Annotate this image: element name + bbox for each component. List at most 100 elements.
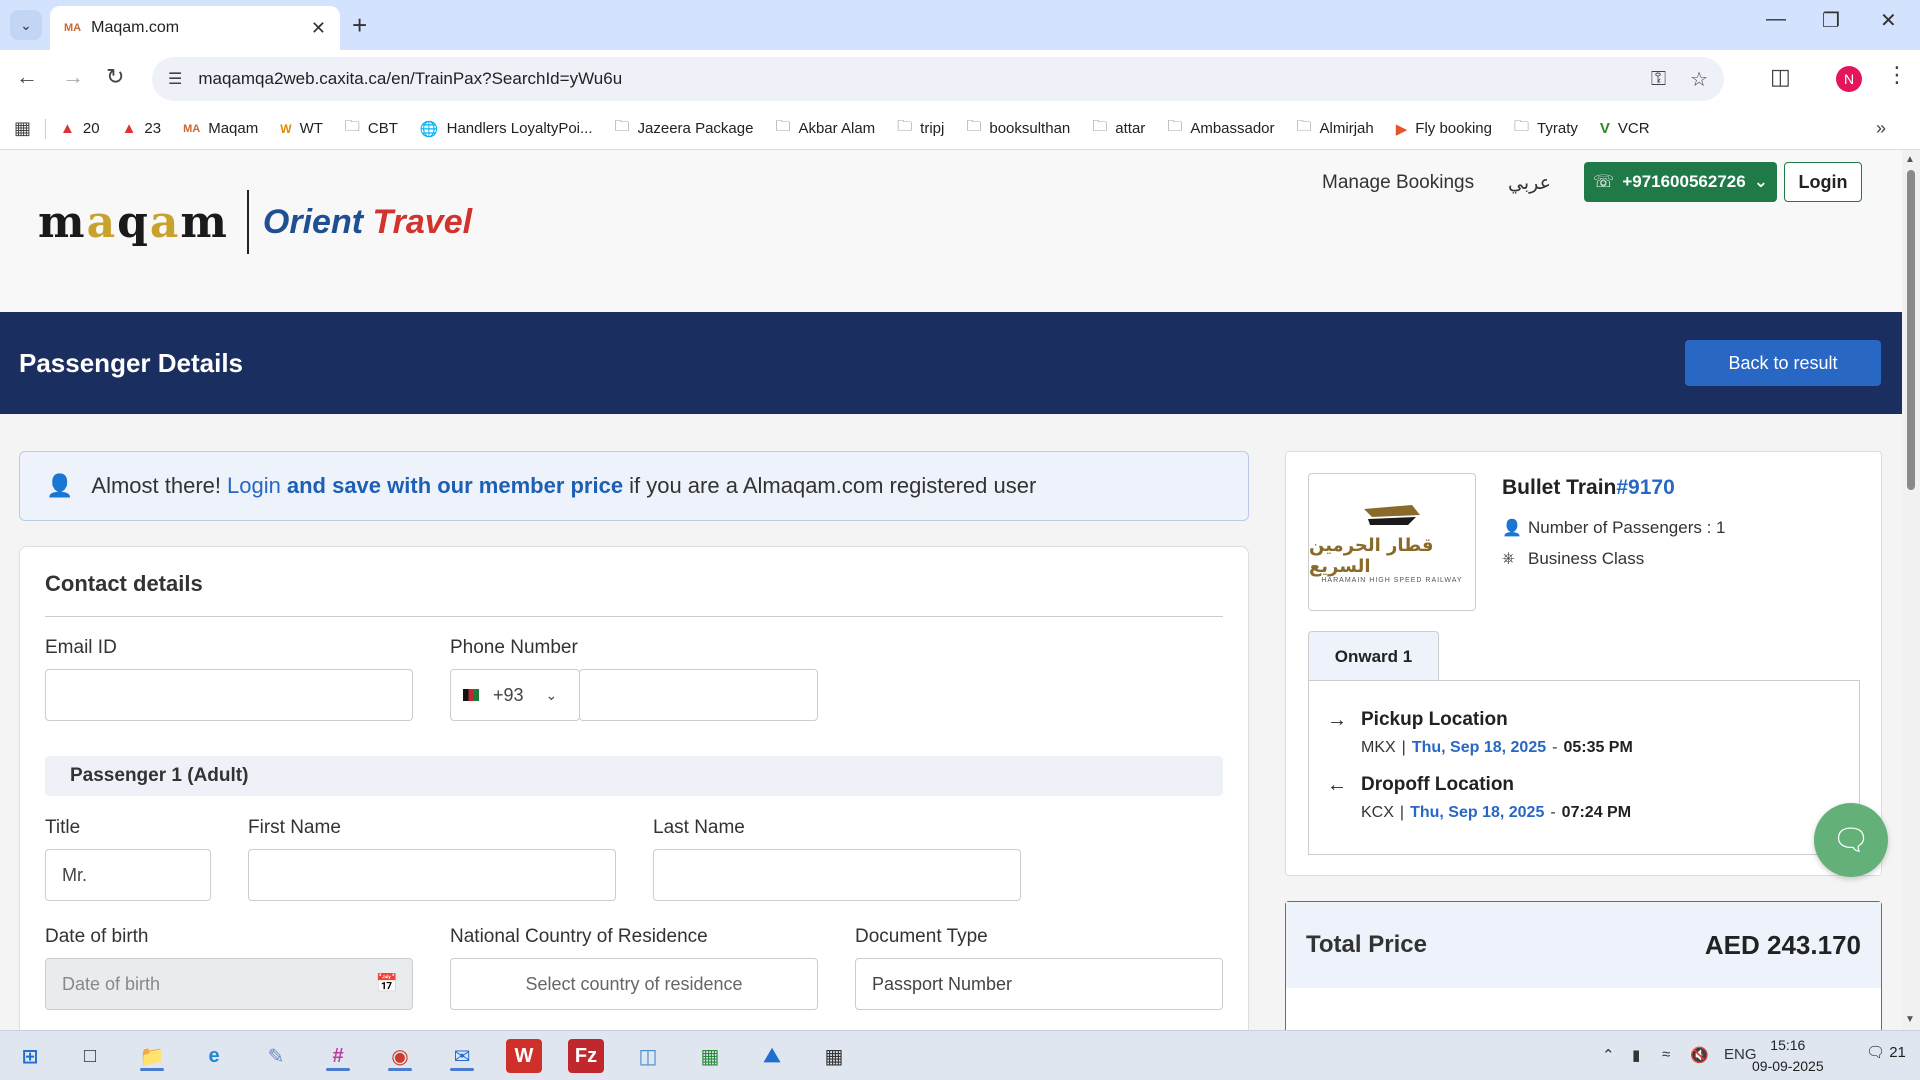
title-select[interactable]: Mr. — [45, 849, 211, 901]
document-type-select[interactable]: Passport Number — [855, 958, 1223, 1010]
first-name-field[interactable] — [248, 849, 616, 901]
email-field[interactable] — [45, 669, 413, 721]
forward-arrow-icon[interactable]: → — [62, 64, 84, 90]
login-button[interactable]: Login — [1784, 162, 1862, 202]
back-arrow-icon[interactable]: ← — [16, 64, 38, 90]
train-emblem-icon — [1364, 504, 1420, 525]
back-to-result-button[interactable]: Back to result — [1685, 340, 1881, 386]
volume-muted-icon[interactable]: 🔇 — [1690, 1046, 1709, 1064]
bookmark-item[interactable]: 🗀 Tyraty — [1514, 116, 1578, 141]
folder-icon: 🗀 — [966, 118, 982, 135]
user-icon: 👤 — [46, 473, 74, 498]
bookmark-label: attar — [1115, 120, 1146, 137]
tab-close-icon[interactable]: ✕ — [311, 18, 326, 39]
scroll-down-icon[interactable]: ▼ — [1905, 1014, 1915, 1025]
bookmark-star-icon[interactable]: ☆ — [1690, 67, 1708, 92]
more-bookmarks-chevron-icon[interactable]: » — [1876, 118, 1886, 139]
pickup-time: 05:35 PM — [1563, 739, 1633, 756]
phone-dropdown-button[interactable]: ☏ +971600562726 ⌄ — [1584, 162, 1777, 202]
spreadsheet-icon[interactable]: ▦ — [692, 1039, 728, 1073]
battery-icon[interactable]: ▮ — [1632, 1046, 1640, 1064]
mobile-phone-icon: ☏ — [1593, 172, 1615, 191]
tab-onward-1[interactable]: Onward 1 — [1308, 631, 1439, 681]
vcr-icon: V — [1599, 120, 1610, 137]
bookmark-item[interactable]: 🗀 attar — [1092, 116, 1145, 141]
site-logo[interactable]: maqam Orient Travel — [38, 190, 472, 254]
tray-chevron-up-icon[interactable]: ⌃ — [1602, 1046, 1615, 1064]
bookmark-item[interactable]: 🌐 Handlers LoyaltyPoi... — [420, 120, 593, 138]
browser-menu-icon[interactable]: ⋮ — [1886, 62, 1908, 88]
browser-tab[interactable]: MA Maqam.com ✕ — [50, 6, 340, 50]
bookmark-item[interactable]: 🗀 Almirjah — [1297, 116, 1374, 141]
remote-desktop-icon[interactable]: ◫ — [630, 1039, 666, 1073]
url-text[interactable]: maqamqa2web.caxita.ca/en/TrainPax?Search… — [198, 69, 1626, 89]
bookmark-item[interactable]: 🗀 CBT — [345, 116, 398, 141]
calendar-icon[interactable]: 📅 — [376, 973, 398, 994]
bookmark-item[interactable]: ▲ 23 — [122, 120, 162, 137]
arabic-language-link[interactable]: عربي — [1508, 172, 1551, 195]
logo-english-text: HARAMAIN HIGH SPEED RAILWAY — [1321, 576, 1463, 584]
maqam-logo: maqam — [38, 196, 229, 248]
bookmark-item[interactable]: V VCR — [1600, 120, 1650, 137]
bookmark-item[interactable]: 🗀 booksulthan — [966, 116, 1070, 141]
file-explorer-icon[interactable]: 📁 — [134, 1039, 170, 1073]
arrow-right-icon: → — [1327, 709, 1347, 731]
country-of-residence-select[interactable]: Select country of residence — [450, 958, 818, 1010]
total-price-label: Total Price — [1306, 931, 1427, 958]
last-name-field[interactable] — [653, 849, 1021, 901]
minimize-icon[interactable]: — — [1766, 8, 1786, 31]
notification-center[interactable]: 🗨 21 — [1866, 1043, 1906, 1061]
bookmark-item[interactable]: W WT — [280, 120, 323, 137]
profile-avatar[interactable]: N — [1836, 66, 1862, 92]
train-name-prefix: Bullet Train — [1502, 476, 1617, 499]
bookmark-item[interactable]: 🗀 Jazeera Package — [615, 116, 754, 141]
bookmark-item[interactable]: ▲ 20 — [60, 120, 100, 137]
country-code-select[interactable]: +93 ⌄ — [450, 669, 580, 721]
site-info-icon[interactable]: ☰ — [168, 69, 182, 89]
task-view-icon[interactable]: □ — [72, 1039, 108, 1073]
bookmark-item[interactable]: 🗀 tripj — [897, 116, 944, 141]
scroll-up-icon[interactable]: ▲ — [1905, 154, 1915, 165]
slack-icon[interactable]: # — [320, 1039, 356, 1073]
bookmark-item[interactable]: 🗀 Ambassador — [1167, 116, 1274, 141]
apps-grid-icon[interactable]: ▦ — [14, 118, 31, 139]
outlook-icon[interactable]: ✉ — [444, 1039, 480, 1073]
globe-icon: 🌐 — [419, 120, 439, 138]
restore-icon[interactable]: ❐ — [1822, 8, 1840, 33]
chrome-icon[interactable]: ◉ — [382, 1039, 418, 1073]
total-price-header: Total Price AED 243.170 — [1286, 902, 1881, 988]
new-tab-plus-icon[interactable]: + — [352, 10, 367, 41]
tab-search-chevron-icon[interactable]: ⌄ — [10, 10, 42, 40]
phone-number-field[interactable] — [579, 669, 818, 721]
wifi-icon[interactable]: ≈ — [1662, 1046, 1670, 1063]
phone-label: Phone Number — [450, 637, 578, 658]
chat-widget-icon[interactable]: 🗨 — [1814, 803, 1888, 877]
photos-icon[interactable]: ⛰ — [754, 1039, 790, 1073]
window-close-icon[interactable]: ✕ — [1880, 8, 1897, 33]
reload-icon[interactable]: ↻ — [106, 64, 124, 90]
pickup-code: MKX — [1361, 739, 1396, 756]
paint-icon[interactable]: ✎ — [258, 1039, 294, 1073]
bookmark-item[interactable]: ▶ Fly booking — [1396, 120, 1492, 138]
start-windows-icon[interactable]: ⊞ — [12, 1039, 48, 1073]
system-clock[interactable]: 15:16 09-09-2025 — [1752, 1035, 1824, 1077]
bookmark-item[interactable]: MA Maqam — [183, 120, 258, 137]
password-key-icon[interactable]: ⚿ — [1651, 68, 1666, 91]
bookmark-item[interactable]: 🗀 Akbar Alam — [775, 116, 875, 141]
manage-bookings-link[interactable]: Manage Bookings — [1322, 172, 1474, 194]
arrow-left-icon: ← — [1327, 774, 1347, 796]
seat-icon: ⎈ — [1502, 550, 1515, 567]
filezilla-icon[interactable]: Fz — [568, 1039, 604, 1073]
address-bar[interactable]: ☰ maqamqa2web.caxita.ca/en/TrainPax?Sear… — [152, 57, 1724, 101]
dob-field[interactable]: Date of birth 📅 — [45, 958, 413, 1010]
member-price-link[interactable]: and save with our member price — [287, 473, 623, 499]
page-scrollbar[interactable]: ▲ ▼ — [1902, 150, 1920, 1030]
extensions-puzzle-icon[interactable]: ◫ — [1770, 64, 1791, 90]
calculator-icon[interactable]: ▦ — [816, 1039, 852, 1073]
email-label: Email ID — [45, 637, 117, 658]
wps-office-icon[interactable]: W — [506, 1039, 542, 1073]
clock-date: 09-09-2025 — [1752, 1058, 1824, 1074]
edge-browser-icon[interactable]: e — [196, 1039, 232, 1073]
scrollbar-thumb[interactable] — [1907, 170, 1915, 490]
alert-login-link[interactable]: Login — [227, 473, 281, 499]
